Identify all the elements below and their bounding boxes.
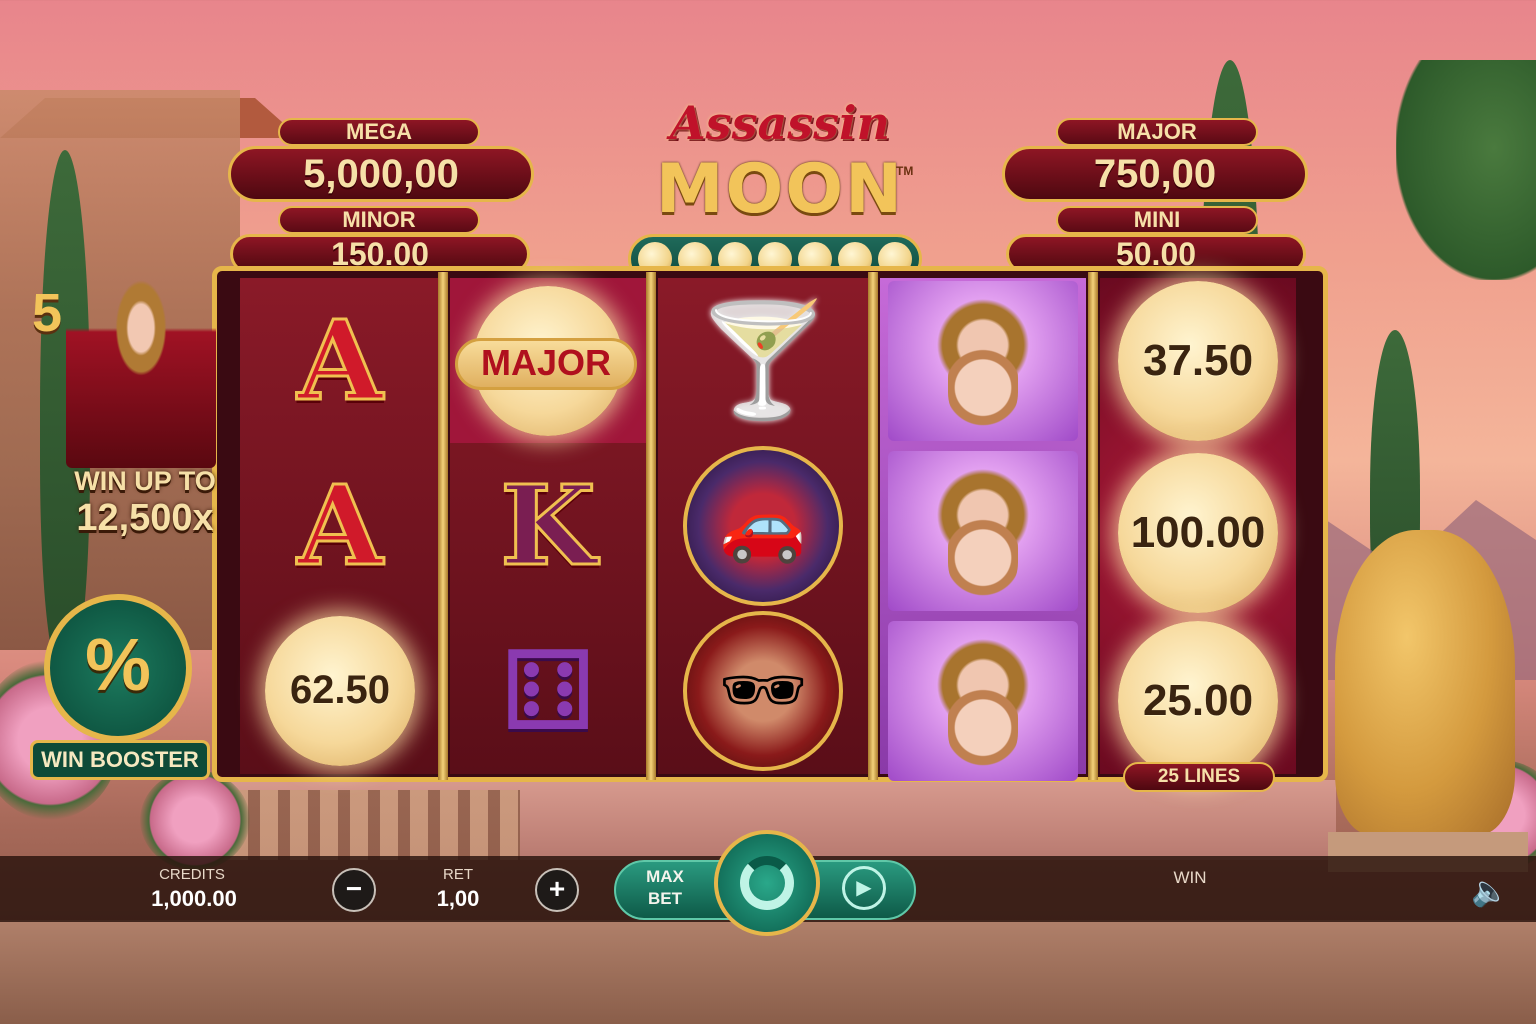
martini-glass-icon: 🍸 bbox=[694, 299, 832, 422]
reel-5-cell-1: 37.50 bbox=[1100, 278, 1296, 443]
reel-divider bbox=[868, 272, 878, 780]
free-count: 5 bbox=[32, 283, 63, 343]
logo-moon: MOON bbox=[655, 150, 905, 229]
win-booster-button[interactable]: % bbox=[44, 594, 192, 742]
win-label: WIN bbox=[1173, 868, 1207, 887]
bet-label: RET bbox=[443, 866, 473, 883]
mini-jackpot-label: MINI bbox=[1056, 206, 1258, 234]
reel-2-cell-2: K bbox=[450, 443, 646, 608]
reel-3-cell-3: 🕶 bbox=[658, 608, 868, 773]
dice-icon: ⚅ bbox=[500, 629, 596, 753]
villa-roof bbox=[0, 98, 300, 138]
credits-label: CREDITS bbox=[159, 866, 225, 883]
symbol-ace: A bbox=[296, 460, 384, 592]
assassin-woman-icon bbox=[888, 450, 1078, 611]
major-jackpot-value: 750,00 bbox=[1002, 146, 1308, 202]
flower-bush-left-2 bbox=[140, 770, 250, 870]
autoplay-button[interactable]: ▶ bbox=[842, 866, 886, 910]
reel-1: A A 62.50 bbox=[240, 278, 440, 774]
reel-4-cell-3 bbox=[880, 618, 1086, 783]
woman-face bbox=[948, 336, 1018, 429]
reel-1-cell-2: A bbox=[240, 443, 440, 608]
win-booster-label[interactable]: WIN BOOSTER bbox=[30, 740, 210, 780]
symbol-ace: A bbox=[296, 295, 384, 427]
palm-tree bbox=[1396, 60, 1536, 280]
flower-bush-right bbox=[1440, 760, 1536, 870]
mega-jackpot-label: MEGA bbox=[278, 118, 480, 146]
decrease-bet-button[interactable]: − bbox=[332, 868, 376, 912]
reel-4-cell-2 bbox=[880, 448, 1086, 613]
spin-button[interactable] bbox=[714, 830, 820, 936]
symbol-king: K bbox=[499, 460, 598, 592]
sound-toggle-icon[interactable]: 🔈 bbox=[1470, 872, 1510, 912]
lion-statue bbox=[1335, 530, 1515, 835]
reel-1-cell-3: 62.50 bbox=[240, 608, 440, 773]
reel-1-cell-1: A bbox=[240, 278, 440, 443]
reel-divider bbox=[1088, 272, 1098, 780]
assassin-woman-icon bbox=[888, 280, 1078, 441]
promo-woman-image bbox=[66, 268, 216, 468]
win-up-to-banner: WIN UP TO 12,500x bbox=[50, 466, 240, 539]
major-jackpot-symbol: MAJOR bbox=[455, 338, 637, 390]
bet-value: 1,00 bbox=[436, 886, 480, 911]
moon-coin-symbol: 100.00 bbox=[1118, 452, 1278, 613]
reel-5-cell-2: 100.00 bbox=[1100, 450, 1296, 615]
reel-4 bbox=[880, 278, 1086, 781]
credits-value: 1,000.00 bbox=[151, 886, 237, 911]
reel-3: 🍸 🚗 🕶 bbox=[658, 278, 868, 774]
max-bet-button[interactable]: MAX BET bbox=[632, 866, 698, 910]
major-jackpot-label: MAJOR bbox=[1056, 118, 1258, 146]
logo-assassin: Assassin bbox=[669, 96, 890, 150]
reel-divider bbox=[438, 272, 448, 780]
woman-face bbox=[948, 506, 1018, 599]
assassin-woman-icon bbox=[888, 620, 1078, 781]
mega-jackpot-value: 5,000,00 bbox=[228, 146, 534, 202]
moon-coin-symbol: 25.00 bbox=[1118, 620, 1278, 781]
assassin-man-icon: 🕶 bbox=[683, 610, 843, 771]
reel-5: 37.50 100.00 25.00 bbox=[1100, 278, 1296, 781]
reel-3-cell-2: 🚗 bbox=[658, 443, 868, 608]
moon-coin-symbol: 62.50 bbox=[265, 615, 415, 766]
sports-car-icon: 🚗 bbox=[683, 445, 843, 606]
balustrade bbox=[230, 790, 520, 860]
reel-divider bbox=[646, 272, 656, 780]
reel-4-cell-1 bbox=[880, 278, 1086, 443]
reel-3-cell-1: 🍸 bbox=[658, 278, 868, 443]
cypress-tree-right-2 bbox=[1370, 330, 1420, 650]
reel-2-cell-3: ⚅ bbox=[450, 608, 646, 773]
max-win-multiplier: 12,500x bbox=[76, 497, 214, 539]
reel-5-cell-3: 25.00 bbox=[1100, 618, 1296, 783]
win-up-to-label: WIN UP TO bbox=[74, 466, 216, 496]
logo-trademark: TM bbox=[896, 164, 914, 178]
woman-face bbox=[948, 676, 1018, 769]
paylines-badge: 25 LINES bbox=[1123, 762, 1275, 792]
moon-coin-symbol: 37.50 bbox=[1118, 280, 1278, 441]
minor-jackpot-label: MINOR bbox=[278, 206, 480, 234]
increase-bet-button[interactable]: + bbox=[535, 868, 579, 912]
spin-icon bbox=[740, 856, 794, 910]
